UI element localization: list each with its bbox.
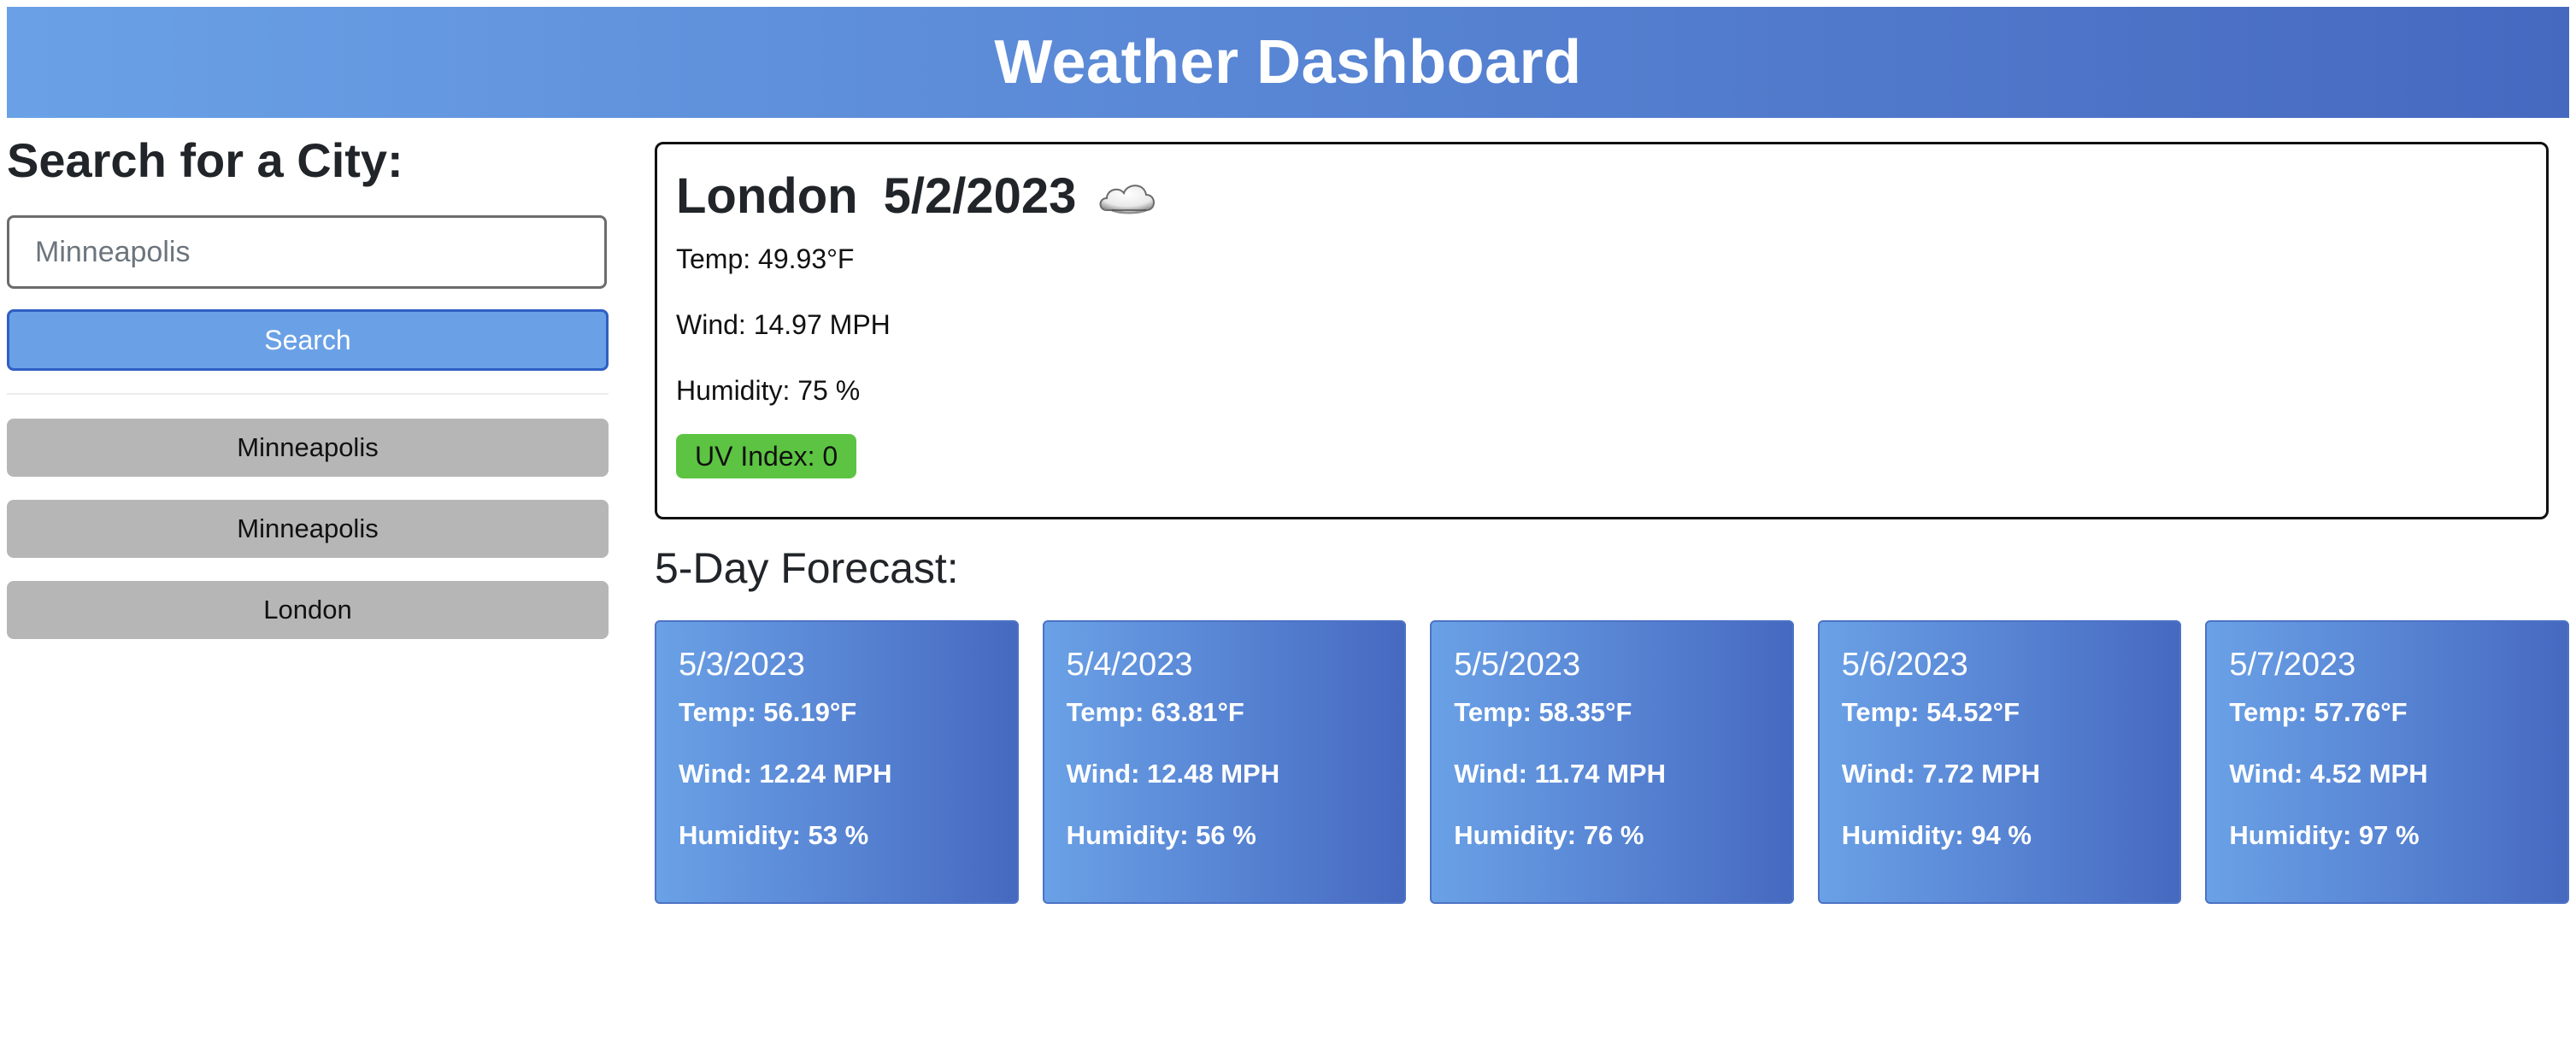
- forecast-date: 5/3/2023: [679, 647, 805, 683]
- forecast-wind: Wind: 12.48 MPH: [1066, 759, 1280, 789]
- current-weather-card: London 5/2/2023 Temp: 49.93°F Wind: 14.9…: [655, 142, 2549, 519]
- forecast-row: 5/3/2023 Temp: 56.19°F Wind: 12.24 MPH H…: [655, 620, 2569, 904]
- current-date: 5/2/2023: [883, 167, 1077, 224]
- city-search-input[interactable]: [7, 215, 607, 289]
- forecast-date: 5/6/2023: [1841, 647, 1968, 683]
- search-button[interactable]: Search: [7, 309, 609, 371]
- current-wind: Wind: 14.97 MPH: [676, 309, 891, 340]
- search-heading: Search for a City:: [7, 133, 403, 187]
- app-header: Weather Dashboard: [7, 7, 2569, 118]
- history-item-button[interactable]: London: [7, 581, 609, 639]
- sidebar: Search for a City: Search Minneapolis Mi…: [7, 130, 609, 639]
- history-item-button[interactable]: Minneapolis: [7, 419, 609, 477]
- forecast-heading: 5-Day Forecast:: [655, 544, 959, 592]
- cloud-icon: [1099, 185, 1156, 214]
- forecast-card: 5/3/2023 Temp: 56.19°F Wind: 12.24 MPH H…: [655, 620, 1019, 904]
- forecast-wind: Wind: 7.72 MPH: [1841, 759, 2041, 789]
- forecast-temp: Temp: 63.81°F: [1066, 697, 1244, 727]
- forecast-temp: Temp: 56.19°F: [679, 697, 857, 727]
- forecast-card: 5/4/2023 Temp: 63.81°F Wind: 12.48 MPH H…: [1042, 620, 1407, 904]
- forecast-wind: Wind: 11.74 MPH: [1454, 759, 1666, 789]
- search-history-list: Minneapolis Minneapolis London: [7, 419, 609, 662]
- forecast-humidity: Humidity: 76 %: [1454, 820, 1644, 850]
- forecast-humidity: Humidity: 97 %: [2229, 820, 2420, 850]
- forecast-temp: Temp: 58.35°F: [1454, 697, 1632, 727]
- forecast-card: 5/7/2023 Temp: 57.76°F Wind: 4.52 MPH Hu…: [2205, 620, 2569, 904]
- forecast-wind: Wind: 4.52 MPH: [2229, 759, 2428, 789]
- forecast-humidity: Humidity: 94 %: [1841, 820, 2032, 850]
- forecast-date: 5/5/2023: [1454, 647, 1581, 683]
- current-city: London: [676, 167, 858, 224]
- forecast-date: 5/7/2023: [2229, 647, 2356, 683]
- forecast-card: 5/5/2023 Temp: 58.35°F Wind: 11.74 MPH H…: [1430, 620, 1794, 904]
- current-humidity: Humidity: 75 %: [676, 375, 861, 406]
- forecast-date: 5/4/2023: [1066, 647, 1193, 683]
- forecast-temp: Temp: 57.76°F: [2229, 697, 2408, 727]
- forecast-wind: Wind: 12.24 MPH: [679, 759, 892, 789]
- uv-index-badge: UV Index: 0: [676, 434, 857, 478]
- forecast-humidity: Humidity: 53 %: [679, 820, 869, 850]
- page-title: Weather Dashboard: [994, 28, 1582, 97]
- forecast-temp: Temp: 54.52°F: [1841, 697, 2020, 727]
- current-weather-title: London 5/2/2023: [676, 165, 2527, 226]
- forecast-card: 5/6/2023 Temp: 54.52°F Wind: 7.72 MPH Hu…: [1817, 620, 2182, 904]
- current-temp: Temp: 49.93°F: [676, 243, 855, 274]
- history-item-button[interactable]: Minneapolis: [7, 500, 609, 558]
- divider: [7, 393, 609, 395]
- forecast-humidity: Humidity: 56 %: [1066, 820, 1256, 850]
